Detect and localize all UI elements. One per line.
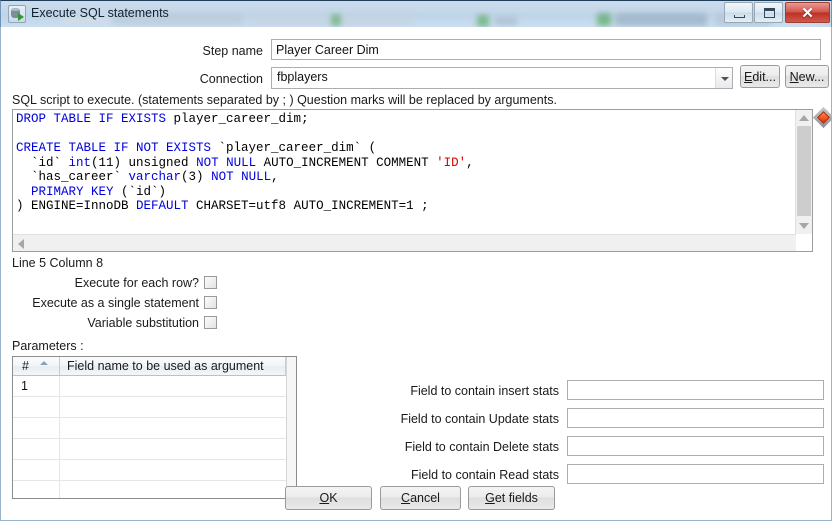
connection-combo[interactable]: fbplayers xyxy=(271,67,733,89)
table-row[interactable] xyxy=(13,481,296,498)
scroll-up-icon[interactable] xyxy=(799,115,809,121)
sql-editor-text: DROP TABLE IF EXISTS player_career_dim; … xyxy=(16,112,474,213)
step-name-input[interactable] xyxy=(271,39,821,60)
table-row[interactable]: 1 xyxy=(13,376,296,397)
minimize-icon xyxy=(734,15,745,18)
connection-value: fbplayers xyxy=(277,70,328,84)
parameters-table-scrollbar[interactable] xyxy=(286,357,296,498)
execute-as-single-statement-label: Execute as a single statement xyxy=(32,296,199,310)
execute-for-each-row-label: Execute for each row? xyxy=(74,276,199,290)
parameters-label: Parameters : xyxy=(12,339,84,353)
ok-button[interactable]: OK xyxy=(285,486,372,510)
chevron-down-icon[interactable] xyxy=(715,68,732,88)
scroll-down-icon[interactable] xyxy=(799,223,809,229)
sort-ascending-icon[interactable] xyxy=(40,361,48,365)
table-row[interactable] xyxy=(13,397,296,418)
variable-substitution-checkbox[interactable] xyxy=(204,316,217,329)
read-stats-field[interactable] xyxy=(567,464,824,484)
cancel-button[interactable]: Cancel xyxy=(380,486,461,510)
insert-stats-label: Field to contain insert stats xyxy=(410,384,559,398)
caret-status-label: Line 5 Column 8 xyxy=(12,256,104,270)
scroll-left-icon[interactable] xyxy=(18,239,24,249)
error-marker-diamond-icon[interactable] xyxy=(812,106,832,129)
dialog-body: Step name Connection fbplayers Edit... N… xyxy=(0,27,832,521)
sql-execute-icon xyxy=(8,5,26,23)
update-stats-field[interactable] xyxy=(567,408,824,428)
get-fields-button[interactable]: Get fields xyxy=(468,486,555,510)
column-header-field-name[interactable]: Field name to be used as argument xyxy=(67,359,264,373)
step-name-label: Step name xyxy=(202,44,263,58)
sql-editor[interactable]: DROP TABLE IF EXISTS player_career_dim; … xyxy=(12,109,813,252)
edit-connection-button[interactable]: Edit... xyxy=(740,65,780,88)
window-controls: ✕ xyxy=(723,2,830,23)
read-stats-label: Field to contain Read stats xyxy=(411,468,559,482)
table-row[interactable] xyxy=(13,460,296,481)
vertical-scroll-thumb[interactable] xyxy=(797,126,811,216)
minimize-button[interactable] xyxy=(724,2,753,23)
update-stats-label: Field to contain Update stats xyxy=(400,412,559,426)
parameters-table-header: # Field name to be used as argument xyxy=(13,357,296,376)
variable-substitution-label: Variable substitution xyxy=(87,316,199,330)
maximize-icon xyxy=(764,8,775,18)
sql-hint-label: SQL script to execute. (statements separ… xyxy=(12,93,557,107)
delete-stats-label: Field to contain Delete stats xyxy=(404,440,559,454)
close-button[interactable]: ✕ xyxy=(785,2,830,23)
window-title: Execute SQL statements xyxy=(31,6,169,20)
column-header-index[interactable]: # xyxy=(22,359,29,373)
sql-editor-horizontal-scrollbar[interactable] xyxy=(13,234,796,251)
parameters-table[interactable]: # Field name to be used as argument 1 xyxy=(12,356,297,499)
sql-editor-vertical-scrollbar[interactable] xyxy=(795,110,812,234)
connection-label: Connection xyxy=(199,72,263,86)
maximize-button[interactable] xyxy=(754,2,783,23)
execute-for-each-row-checkbox[interactable] xyxy=(204,276,217,289)
window-titlebar[interactable]: Execute SQL statements ✕ xyxy=(0,0,832,27)
execute-sql-dialog: Execute SQL statements ✕ Step name Conne… xyxy=(0,0,832,521)
table-row[interactable] xyxy=(13,439,296,460)
table-row[interactable] xyxy=(13,418,296,439)
execute-as-single-statement-checkbox[interactable] xyxy=(204,296,217,309)
row-index: 1 xyxy=(21,379,28,393)
delete-stats-field[interactable] xyxy=(567,436,824,456)
insert-stats-field[interactable] xyxy=(567,380,824,400)
new-connection-button[interactable]: New... xyxy=(785,65,829,88)
close-icon: ✕ xyxy=(801,6,814,22)
